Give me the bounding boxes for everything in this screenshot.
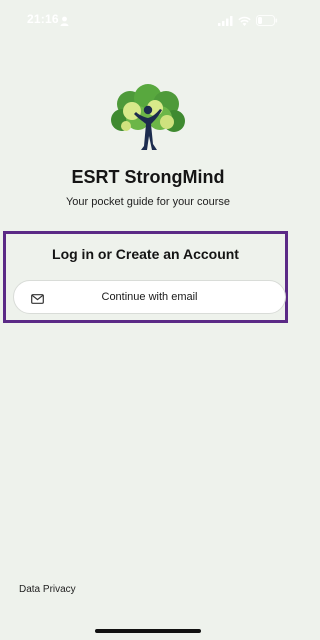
app-subtitle: Your pocket guide for your course bbox=[65, 196, 231, 208]
battery-icon bbox=[256, 13, 278, 31]
app-title: ESRT StrongMind bbox=[71, 167, 225, 187]
continue-with-email-button[interactable]: Continue with email bbox=[13, 280, 286, 314]
signal-icon bbox=[218, 13, 233, 31]
login-panel: Log in or Create an Account Continue wit… bbox=[3, 231, 288, 323]
status-time: 21:16 bbox=[27, 12, 59, 26]
wifi-icon bbox=[238, 13, 251, 31]
person-icon bbox=[60, 13, 69, 31]
app-logo bbox=[108, 84, 188, 156]
home-indicator[interactable] bbox=[95, 629, 201, 633]
email-button-label: Continue with email bbox=[101, 291, 198, 303]
status-bar: 21:16 bbox=[0, 0, 296, 36]
mail-icon bbox=[31, 291, 44, 309]
login-heading: Log in or Create an Account bbox=[52, 246, 239, 262]
status-indicators bbox=[218, 13, 278, 31]
data-privacy-link[interactable]: Data Privacy bbox=[19, 584, 76, 595]
